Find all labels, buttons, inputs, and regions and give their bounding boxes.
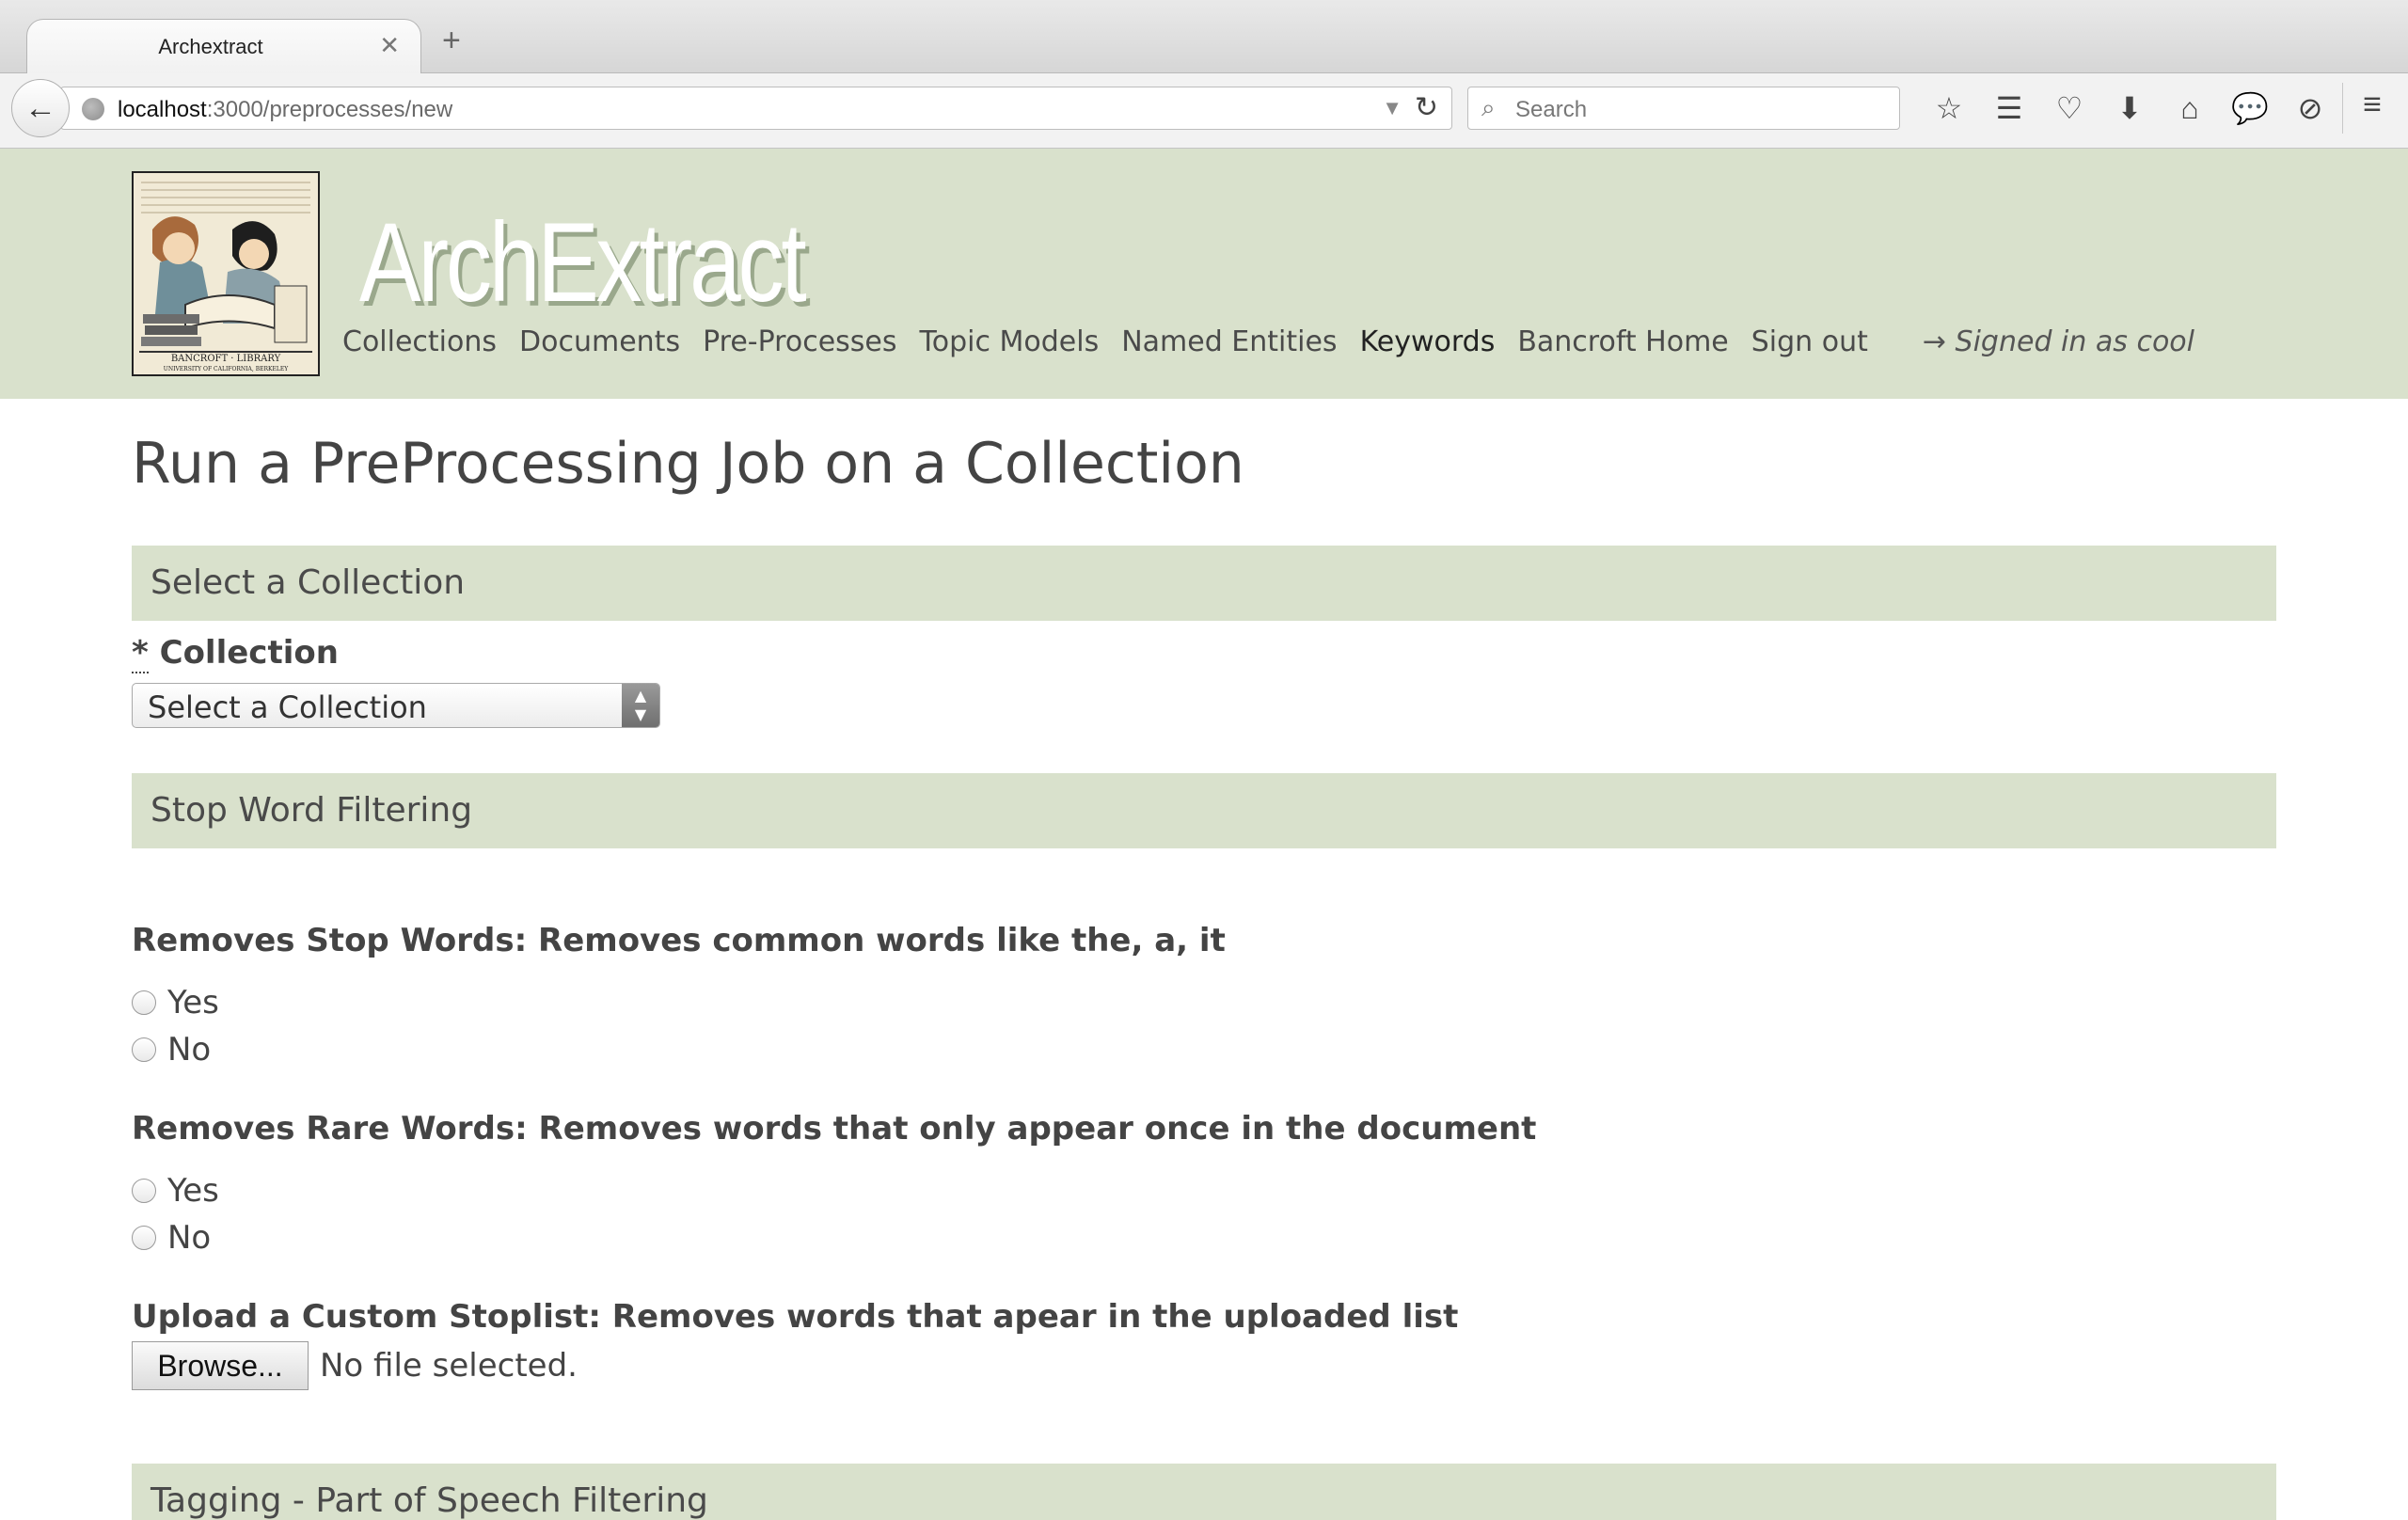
new-tab-button[interactable]: +: [442, 23, 461, 59]
page-title: Run a PreProcessing Job on a Collection: [132, 431, 1244, 497]
developer-tools-icon[interactable]: ⊘: [2280, 90, 2340, 126]
tab-close-icon[interactable]: ✕: [379, 31, 400, 60]
svg-text:UNIVERSITY OF CALIFORNIA, BERK: UNIVERSITY OF CALIFORNIA, BERKELEY: [164, 366, 289, 372]
rare-words-no-label[interactable]: No: [167, 1219, 211, 1257]
select-arrows-icon: ▲ ▼: [622, 684, 659, 727]
rare-words-no-radio[interactable]: [132, 1226, 156, 1250]
stop-words-yes-radio[interactable]: [132, 990, 156, 1015]
collection-select-value: Select a Collection: [148, 689, 427, 725]
browser-tab[interactable]: Archextract ✕: [26, 19, 421, 74]
signed-in-status: → Signed in as cool: [1922, 325, 2194, 358]
reload-icon[interactable]: ↻: [1415, 91, 1438, 124]
tab-title: Archextract: [158, 35, 263, 58]
url-bar[interactable]: localhost:3000/preprocesses/new ▼ ↻: [60, 87, 1452, 130]
custom-stoplist-label: Upload a Custom Stoplist: Removes words …: [132, 1298, 1459, 1336]
globe-icon: [82, 98, 104, 120]
custom-stoplist-file-input[interactable]: Browse... No file selected.: [132, 1341, 578, 1390]
chat-icon[interactable]: 💬: [2220, 90, 2280, 126]
collection-label-text: Collection: [159, 634, 339, 672]
section-header-collection: Select a Collection: [132, 546, 2276, 621]
stop-words-no-option[interactable]: No: [132, 1031, 211, 1069]
hamburger-menu-icon[interactable]: ≡: [2346, 87, 2399, 123]
browser-navigation-bar: localhost:3000/preprocesses/new ▼ ↻ ← ⌕ …: [0, 73, 2408, 149]
collection-select[interactable]: Select a Collection ▲ ▼: [132, 683, 660, 728]
toolbar-icons: ☆ ☰ ♡ ⬇ ⌂ 💬 ⊘: [1919, 85, 2340, 132]
browse-button[interactable]: Browse...: [132, 1341, 309, 1390]
site-brand-title[interactable]: ArchExtract: [359, 198, 807, 327]
required-marker: *: [132, 634, 149, 673]
nav-named-entities[interactable]: Named Entities: [1121, 325, 1337, 358]
collection-label: * Collection: [132, 634, 339, 673]
nav-bancroft-home[interactable]: Bancroft Home: [1517, 325, 1728, 358]
url-host: localhost: [118, 97, 207, 122]
stop-words-no-label[interactable]: No: [167, 1031, 211, 1069]
stop-words-no-radio[interactable]: [132, 1037, 156, 1062]
back-arrow-icon: ←: [24, 89, 56, 126]
url-path: :3000/preprocesses/new: [206, 97, 453, 122]
stop-words-yes-label[interactable]: Yes: [167, 984, 219, 1021]
url-text[interactable]: localhost:3000/preprocesses/new: [118, 97, 452, 123]
download-icon[interactable]: ⬇: [2099, 90, 2160, 126]
svg-text:BANCROFT · LIBRARY: BANCROFT · LIBRARY: [171, 354, 281, 364]
back-button[interactable]: ←: [11, 79, 70, 137]
history-dropdown-icon[interactable]: ▼: [1382, 96, 1402, 120]
search-input[interactable]: ⌕ Search: [1467, 87, 1900, 130]
rare-words-yes-radio[interactable]: [132, 1179, 156, 1203]
logo-illustration: BANCROFT · LIBRARY UNIVERSITY OF CALIFOR…: [134, 173, 318, 374]
nav-topic-models[interactable]: Topic Models: [920, 325, 1100, 358]
site-nav: Collections Documents Pre-Processes Topi…: [342, 325, 2194, 358]
rare-words-question: Removes Rare Words: Removes words that o…: [132, 1110, 1537, 1148]
section-header-stop-words: Stop Word Filtering: [132, 773, 2276, 848]
file-status-text: No file selected.: [320, 1347, 578, 1385]
search-icon: ⌕: [1481, 93, 1496, 121]
toolbar-separator: [2342, 83, 2343, 134]
reading-list-icon[interactable]: ☰: [1979, 90, 2039, 126]
bookmark-star-icon[interactable]: ☆: [1919, 90, 1979, 126]
pocket-icon[interactable]: ♡: [2039, 90, 2099, 126]
nav-documents[interactable]: Documents: [519, 325, 680, 358]
nav-pre-processes[interactable]: Pre-Processes: [703, 325, 896, 358]
bancroft-library-logo[interactable]: BANCROFT · LIBRARY UNIVERSITY OF CALIFOR…: [132, 171, 320, 376]
search-placeholder: Search: [1515, 97, 1588, 122]
nav-collections[interactable]: Collections: [342, 325, 497, 358]
home-icon[interactable]: ⌂: [2160, 91, 2220, 126]
stop-words-question: Removes Stop Words: Removes common words…: [132, 922, 1226, 959]
nav-sign-out[interactable]: Sign out: [1751, 325, 1868, 358]
browser-tab-bar: Archextract ✕ +: [0, 0, 2408, 74]
rare-words-no-option[interactable]: No: [132, 1219, 211, 1257]
nav-keywords[interactable]: Keywords: [1360, 325, 1496, 358]
rare-words-yes-option[interactable]: Yes: [132, 1172, 219, 1210]
rare-words-yes-label[interactable]: Yes: [167, 1172, 219, 1210]
stop-words-yes-option[interactable]: Yes: [132, 984, 219, 1021]
section-header-tagging: Tagging - Part of Speech Filtering: [132, 1464, 2276, 1520]
site-header: BANCROFT · LIBRARY UNIVERSITY OF CALIFOR…: [0, 149, 2408, 399]
